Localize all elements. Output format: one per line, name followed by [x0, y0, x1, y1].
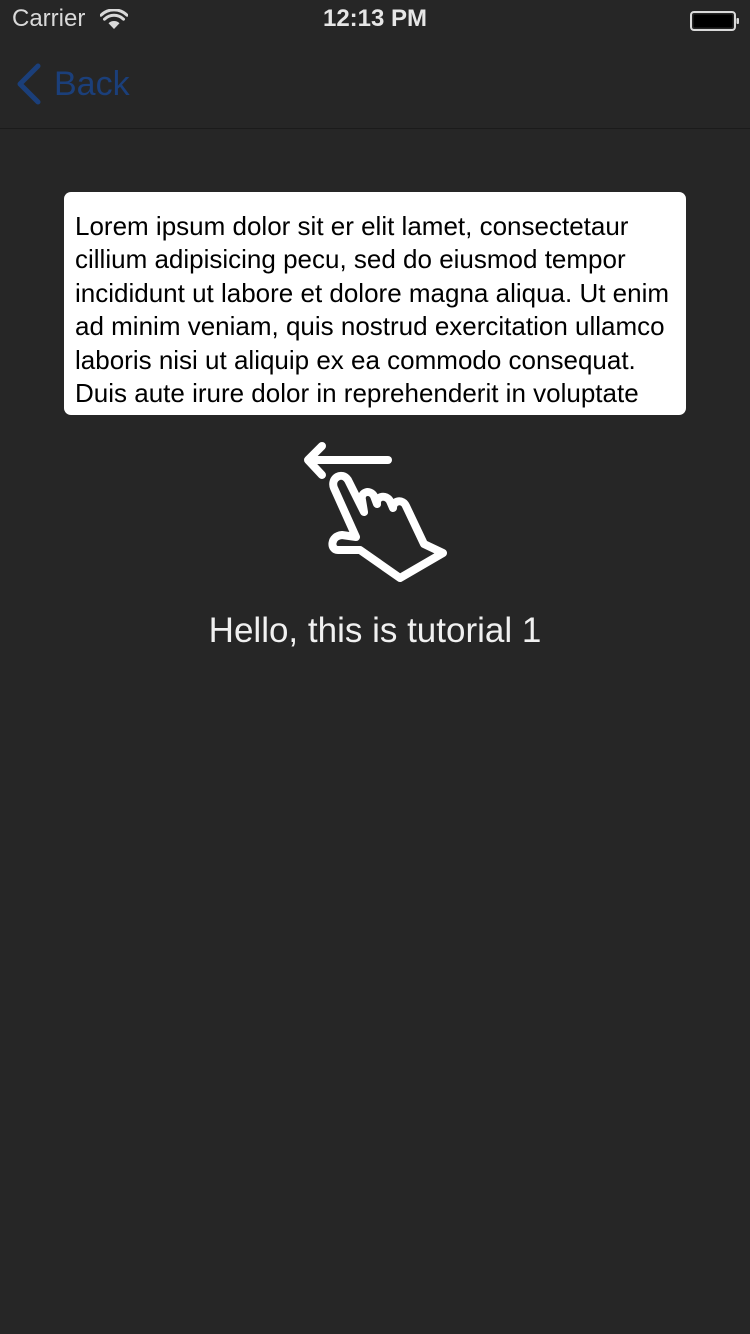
status-time: 12:13 PM	[322, 5, 428, 32]
navigation-bar: Back	[0, 40, 750, 129]
tutorial-text-card: Lorem ipsum dolor sit er elit lamet, con…	[64, 192, 686, 415]
back-button[interactable]: Back	[14, 62, 130, 106]
swipe-left-gesture-icon	[304, 442, 447, 582]
battery-icon	[690, 11, 739, 31]
back-label: Back	[54, 64, 130, 103]
tutorial-title: Hello, this is tutorial 1	[208, 611, 542, 650]
chevron-left-icon	[17, 63, 41, 105]
tutorial-body-text: Lorem ipsum dolor sit er elit lamet, con…	[75, 211, 670, 415]
status-bar: Carrier 12:13 PM	[0, 0, 750, 40]
